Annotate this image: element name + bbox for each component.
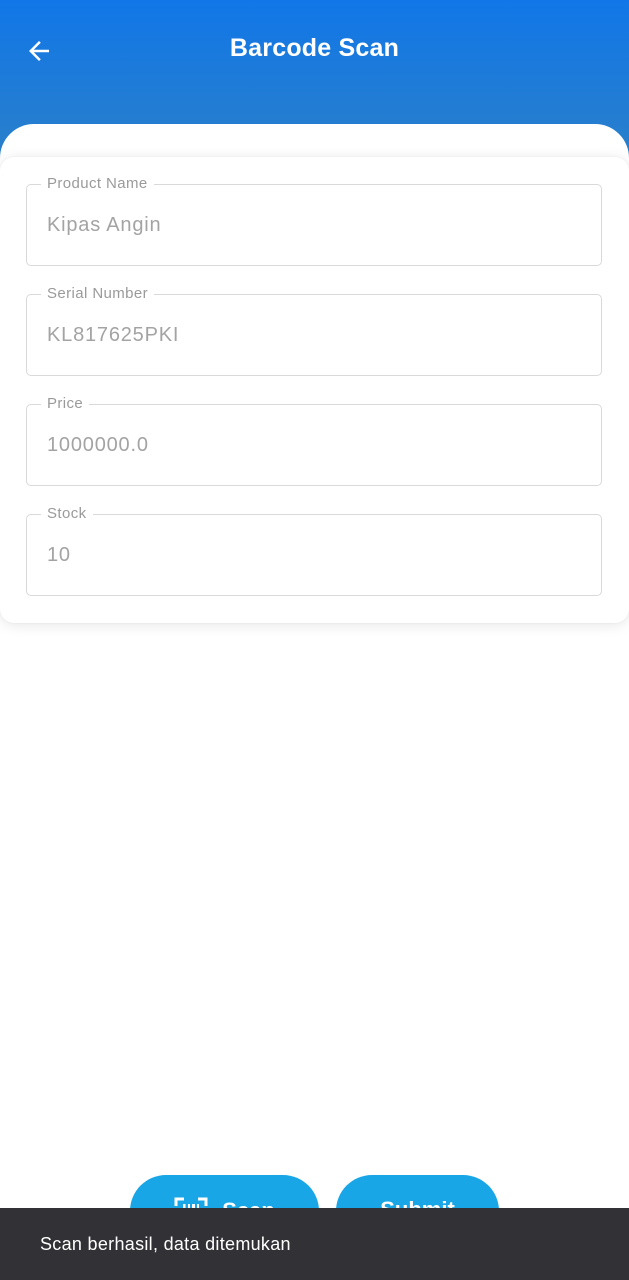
product-name-label: Product Name xyxy=(41,174,154,194)
serial-number-label: Serial Number xyxy=(41,284,155,304)
product-name-value: Kipas Angin xyxy=(47,214,162,236)
stock-value: 10 xyxy=(47,544,71,566)
stock-field[interactable]: Stock 10 xyxy=(26,504,602,596)
product-form-card: Product Name Kipas Angin Serial Number K… xyxy=(0,157,629,623)
price-label: Price xyxy=(41,394,90,414)
price-field[interactable]: Price 1000000.0 xyxy=(26,394,602,486)
serial-number-field[interactable]: Serial Number KL817625PKI xyxy=(26,284,602,376)
snackbar-message: Scan berhasil, data ditemukan xyxy=(40,1234,291,1254)
page-title: Barcode Scan xyxy=(229,34,400,62)
snackbar: Scan berhasil, data ditemukan xyxy=(0,1208,629,1280)
product-name-field[interactable]: Product Name Kipas Angin xyxy=(26,174,602,266)
serial-number-value: KL817625PKI xyxy=(47,324,180,346)
stock-label: Stock xyxy=(41,504,93,524)
price-value: 1000000.0 xyxy=(47,434,149,456)
